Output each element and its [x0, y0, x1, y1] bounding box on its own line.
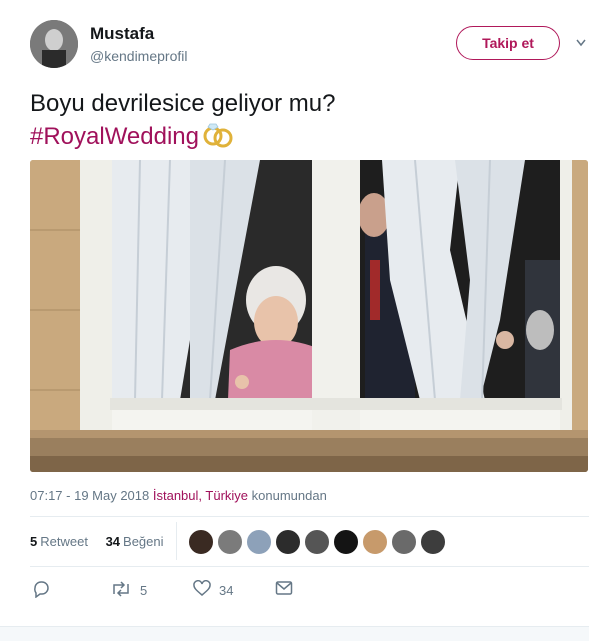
retweet-stat-label: Retweet: [40, 534, 88, 549]
liker-avatar[interactable]: [217, 529, 243, 555]
direct-message-button[interactable]: [275, 580, 293, 599]
retweet-icon: [110, 580, 132, 601]
liker-avatar[interactable]: [362, 529, 388, 555]
hashtag-link[interactable]: #RoyalWedding: [30, 123, 199, 150]
liker-avatar[interactable]: [275, 529, 301, 555]
follow-button[interactable]: Takip et: [456, 26, 560, 60]
rings-emoji-icon: [201, 120, 235, 157]
tweet-time[interactable]: 07:17 - 19 May 2018: [30, 488, 149, 503]
display-name[interactable]: Mustafa: [90, 24, 154, 44]
liker-avatar[interactable]: [304, 529, 330, 555]
tweet-body: Boyu devrilesice geliyor mu?: [30, 90, 336, 117]
reply-button[interactable]: [32, 580, 58, 601]
tweet-stats: 5 Retweet 34 Beğeni: [30, 534, 164, 549]
like-count: 34: [105, 534, 121, 549]
envelope-icon: [275, 580, 293, 599]
like-stat[interactable]: 34 Beğeni: [106, 534, 164, 549]
user-handle[interactable]: @kendimeprofil: [90, 48, 187, 64]
retweet-action-count: 5: [140, 583, 148, 598]
retweet-stat[interactable]: 5 Retweet: [30, 534, 88, 549]
footer-strip: [0, 626, 589, 641]
liker-avatar[interactable]: [246, 529, 272, 555]
liker-avatar[interactable]: [391, 529, 417, 555]
chevron-down-icon[interactable]: [576, 36, 586, 50]
retweet-button[interactable]: 5: [110, 580, 147, 601]
divider: [30, 516, 589, 517]
tweet-text: Boyu devrilesice geliyor mu? #RoyalWeddi…: [30, 88, 335, 157]
divider: [30, 566, 589, 567]
heart-icon: [193, 580, 211, 601]
reply-icon: [32, 580, 50, 601]
stats-divider: [176, 522, 177, 560]
liker-avatar[interactable]: [333, 529, 359, 555]
like-action-count: 34: [219, 583, 234, 598]
like-stat-label: Beğeni: [123, 534, 164, 549]
like-button[interactable]: 34: [193, 580, 233, 601]
tweet-timestamp: 07:17 - 19 May 2018 İstanbul, Türkiye ko…: [30, 488, 327, 503]
retweet-count: 5: [30, 534, 38, 549]
tweet-photo[interactable]: [30, 160, 588, 472]
liker-avatar[interactable]: [188, 529, 214, 555]
avatar[interactable]: [30, 20, 78, 68]
location-suffix: konumundan: [251, 488, 327, 503]
tweet-location-link[interactable]: İstanbul, Türkiye: [153, 488, 248, 503]
liker-avatar[interactable]: [420, 529, 446, 555]
